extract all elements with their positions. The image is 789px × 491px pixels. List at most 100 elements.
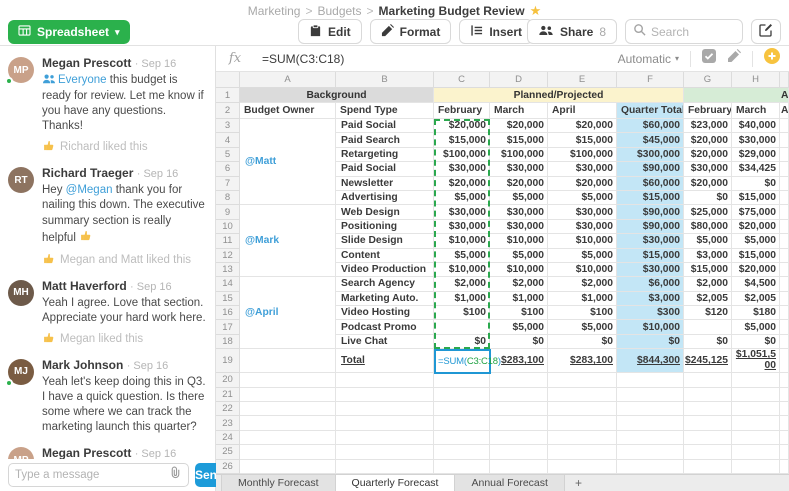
cell-C25[interactable]: [434, 445, 490, 459]
cell-H3[interactable]: $40,000: [732, 119, 780, 133]
cell-H19[interactable]: $1,051,500: [732, 349, 780, 373]
cell-C2[interactable]: February: [434, 103, 490, 119]
column-header-A[interactable]: A: [240, 72, 336, 88]
cell-F16[interactable]: $300: [617, 306, 684, 320]
cell-C20[interactable]: [434, 373, 490, 387]
cell-H12[interactable]: $15,000: [732, 249, 780, 263]
cell-A2[interactable]: Budget Owner: [240, 103, 336, 119]
cell-D25[interactable]: [490, 445, 548, 459]
cell-I15[interactable]: [780, 292, 789, 306]
cell-F13[interactable]: $30,000: [617, 263, 684, 277]
cell-G16[interactable]: $120: [684, 306, 732, 320]
cell-G23[interactable]: [684, 416, 732, 430]
cell-B17[interactable]: Podcast Promo: [336, 320, 434, 334]
cell-G15[interactable]: $2,005: [684, 292, 732, 306]
cell-B2[interactable]: Spend Type: [336, 103, 434, 119]
row-header-23[interactable]: 23: [216, 416, 240, 430]
row-header-3[interactable]: 3: [216, 119, 240, 133]
cell-C5[interactable]: $100,000: [434, 148, 490, 162]
cell-H15[interactable]: $2,005: [732, 292, 780, 306]
cell-B10[interactable]: Positioning: [336, 220, 434, 234]
cell-C8[interactable]: $5,000: [434, 191, 490, 205]
cell-H7[interactable]: $0: [732, 177, 780, 191]
cell-D3[interactable]: $20,000: [490, 119, 548, 133]
row-header-20[interactable]: 20: [216, 373, 240, 387]
cell-C17[interactable]: [434, 320, 490, 334]
cell-C4[interactable]: $15,000: [434, 133, 490, 147]
row-header-14[interactable]: 14: [216, 277, 240, 291]
row-header-22[interactable]: 22: [216, 402, 240, 416]
edit-button[interactable]: Edit: [298, 19, 362, 44]
cell-E10[interactable]: $30,000: [548, 220, 617, 234]
cell-G20[interactable]: [684, 373, 732, 387]
cell-H9[interactable]: $75,000: [732, 205, 780, 219]
column-header-G[interactable]: G: [684, 72, 732, 88]
cell-D12[interactable]: $5,000: [490, 249, 548, 263]
corner-select-all[interactable]: [216, 72, 240, 88]
cell-H22[interactable]: [732, 402, 780, 416]
cell-B14[interactable]: Search Agency: [336, 277, 434, 291]
cell-I2[interactable]: April: [780, 103, 789, 119]
cell-B19-total-label[interactable]: Total: [336, 349, 434, 373]
cell-E17[interactable]: $5,000: [548, 320, 617, 334]
column-header-E[interactable]: E: [548, 72, 617, 88]
cell-G9[interactable]: $25,000: [684, 205, 732, 219]
column-header-H[interactable]: H: [732, 72, 780, 88]
cell-B13[interactable]: Video Production: [336, 263, 434, 277]
row-header-4[interactable]: 4: [216, 133, 240, 147]
cell-I12[interactable]: [780, 249, 789, 263]
cell-D13[interactable]: $10,000: [490, 263, 548, 277]
cell-B21[interactable]: [336, 388, 434, 402]
cell-F19[interactable]: $844,300: [617, 349, 684, 373]
cell-G13[interactable]: $15,000: [684, 263, 732, 277]
cell-E13[interactable]: $10,000: [548, 263, 617, 277]
cell-D9[interactable]: $30,000: [490, 205, 548, 219]
cell-I22[interactable]: [780, 402, 789, 416]
row-header-18[interactable]: 18: [216, 335, 240, 349]
cell-B9[interactable]: Web Design: [336, 205, 434, 219]
row-header-26[interactable]: 26: [216, 460, 240, 474]
cell-H25[interactable]: [732, 445, 780, 459]
cell-E22[interactable]: [548, 402, 617, 416]
cell-F17[interactable]: $10,000: [617, 320, 684, 334]
cell-A22[interactable]: [240, 402, 336, 416]
cell-D17[interactable]: $5,000: [490, 320, 548, 334]
cell-A14-owner[interactable]: @April: [240, 277, 336, 349]
calc-mode-dropdown[interactable]: Automatic ▾: [618, 52, 679, 66]
cell-H2[interactable]: March: [732, 103, 780, 119]
message-input[interactable]: [15, 469, 169, 481]
cell-B16[interactable]: Video Hosting: [336, 306, 434, 320]
format-painter-icon[interactable]: [727, 49, 741, 68]
cell-B25[interactable]: [336, 445, 434, 459]
cell-G5[interactable]: $20,000: [684, 148, 732, 162]
cell-I4[interactable]: [780, 133, 789, 147]
cell-F25[interactable]: [617, 445, 684, 459]
row-header-5[interactable]: 5: [216, 148, 240, 162]
row-header-1[interactable]: 1: [216, 88, 240, 103]
cell-I7[interactable]: [780, 177, 789, 191]
row-header-8[interactable]: 8: [216, 191, 240, 205]
format-button[interactable]: Format: [370, 19, 452, 44]
cell-G18[interactable]: $0: [684, 335, 732, 349]
cell-I21[interactable]: [780, 388, 789, 402]
row-header-25[interactable]: 25: [216, 445, 240, 459]
mention-link[interactable]: @Megan: [66, 184, 113, 196]
add-comment-icon[interactable]: [764, 48, 780, 69]
cell-H10[interactable]: $20,000: [732, 220, 780, 234]
cell-F8[interactable]: $15,000: [617, 191, 684, 205]
cell-C3[interactable]: $20,000: [434, 119, 490, 133]
cell-B6[interactable]: Paid Social: [336, 162, 434, 176]
cell-A1-background-section[interactable]: Background: [240, 88, 434, 103]
row-header-11[interactable]: 11: [216, 234, 240, 248]
cell-H23[interactable]: [732, 416, 780, 430]
thumbs-up-icon[interactable]: [42, 139, 55, 155]
cell-C7[interactable]: $20,000: [434, 177, 490, 191]
row-header-17[interactable]: 17: [216, 320, 240, 334]
cell-I18[interactable]: [780, 335, 789, 349]
cell-D26[interactable]: [490, 460, 548, 474]
paperclip-icon[interactable]: [169, 466, 182, 484]
cell-I5[interactable]: [780, 148, 789, 162]
cell-A23[interactable]: [240, 416, 336, 430]
cell-C13[interactable]: $10,000: [434, 263, 490, 277]
column-header-D[interactable]: D: [490, 72, 548, 88]
